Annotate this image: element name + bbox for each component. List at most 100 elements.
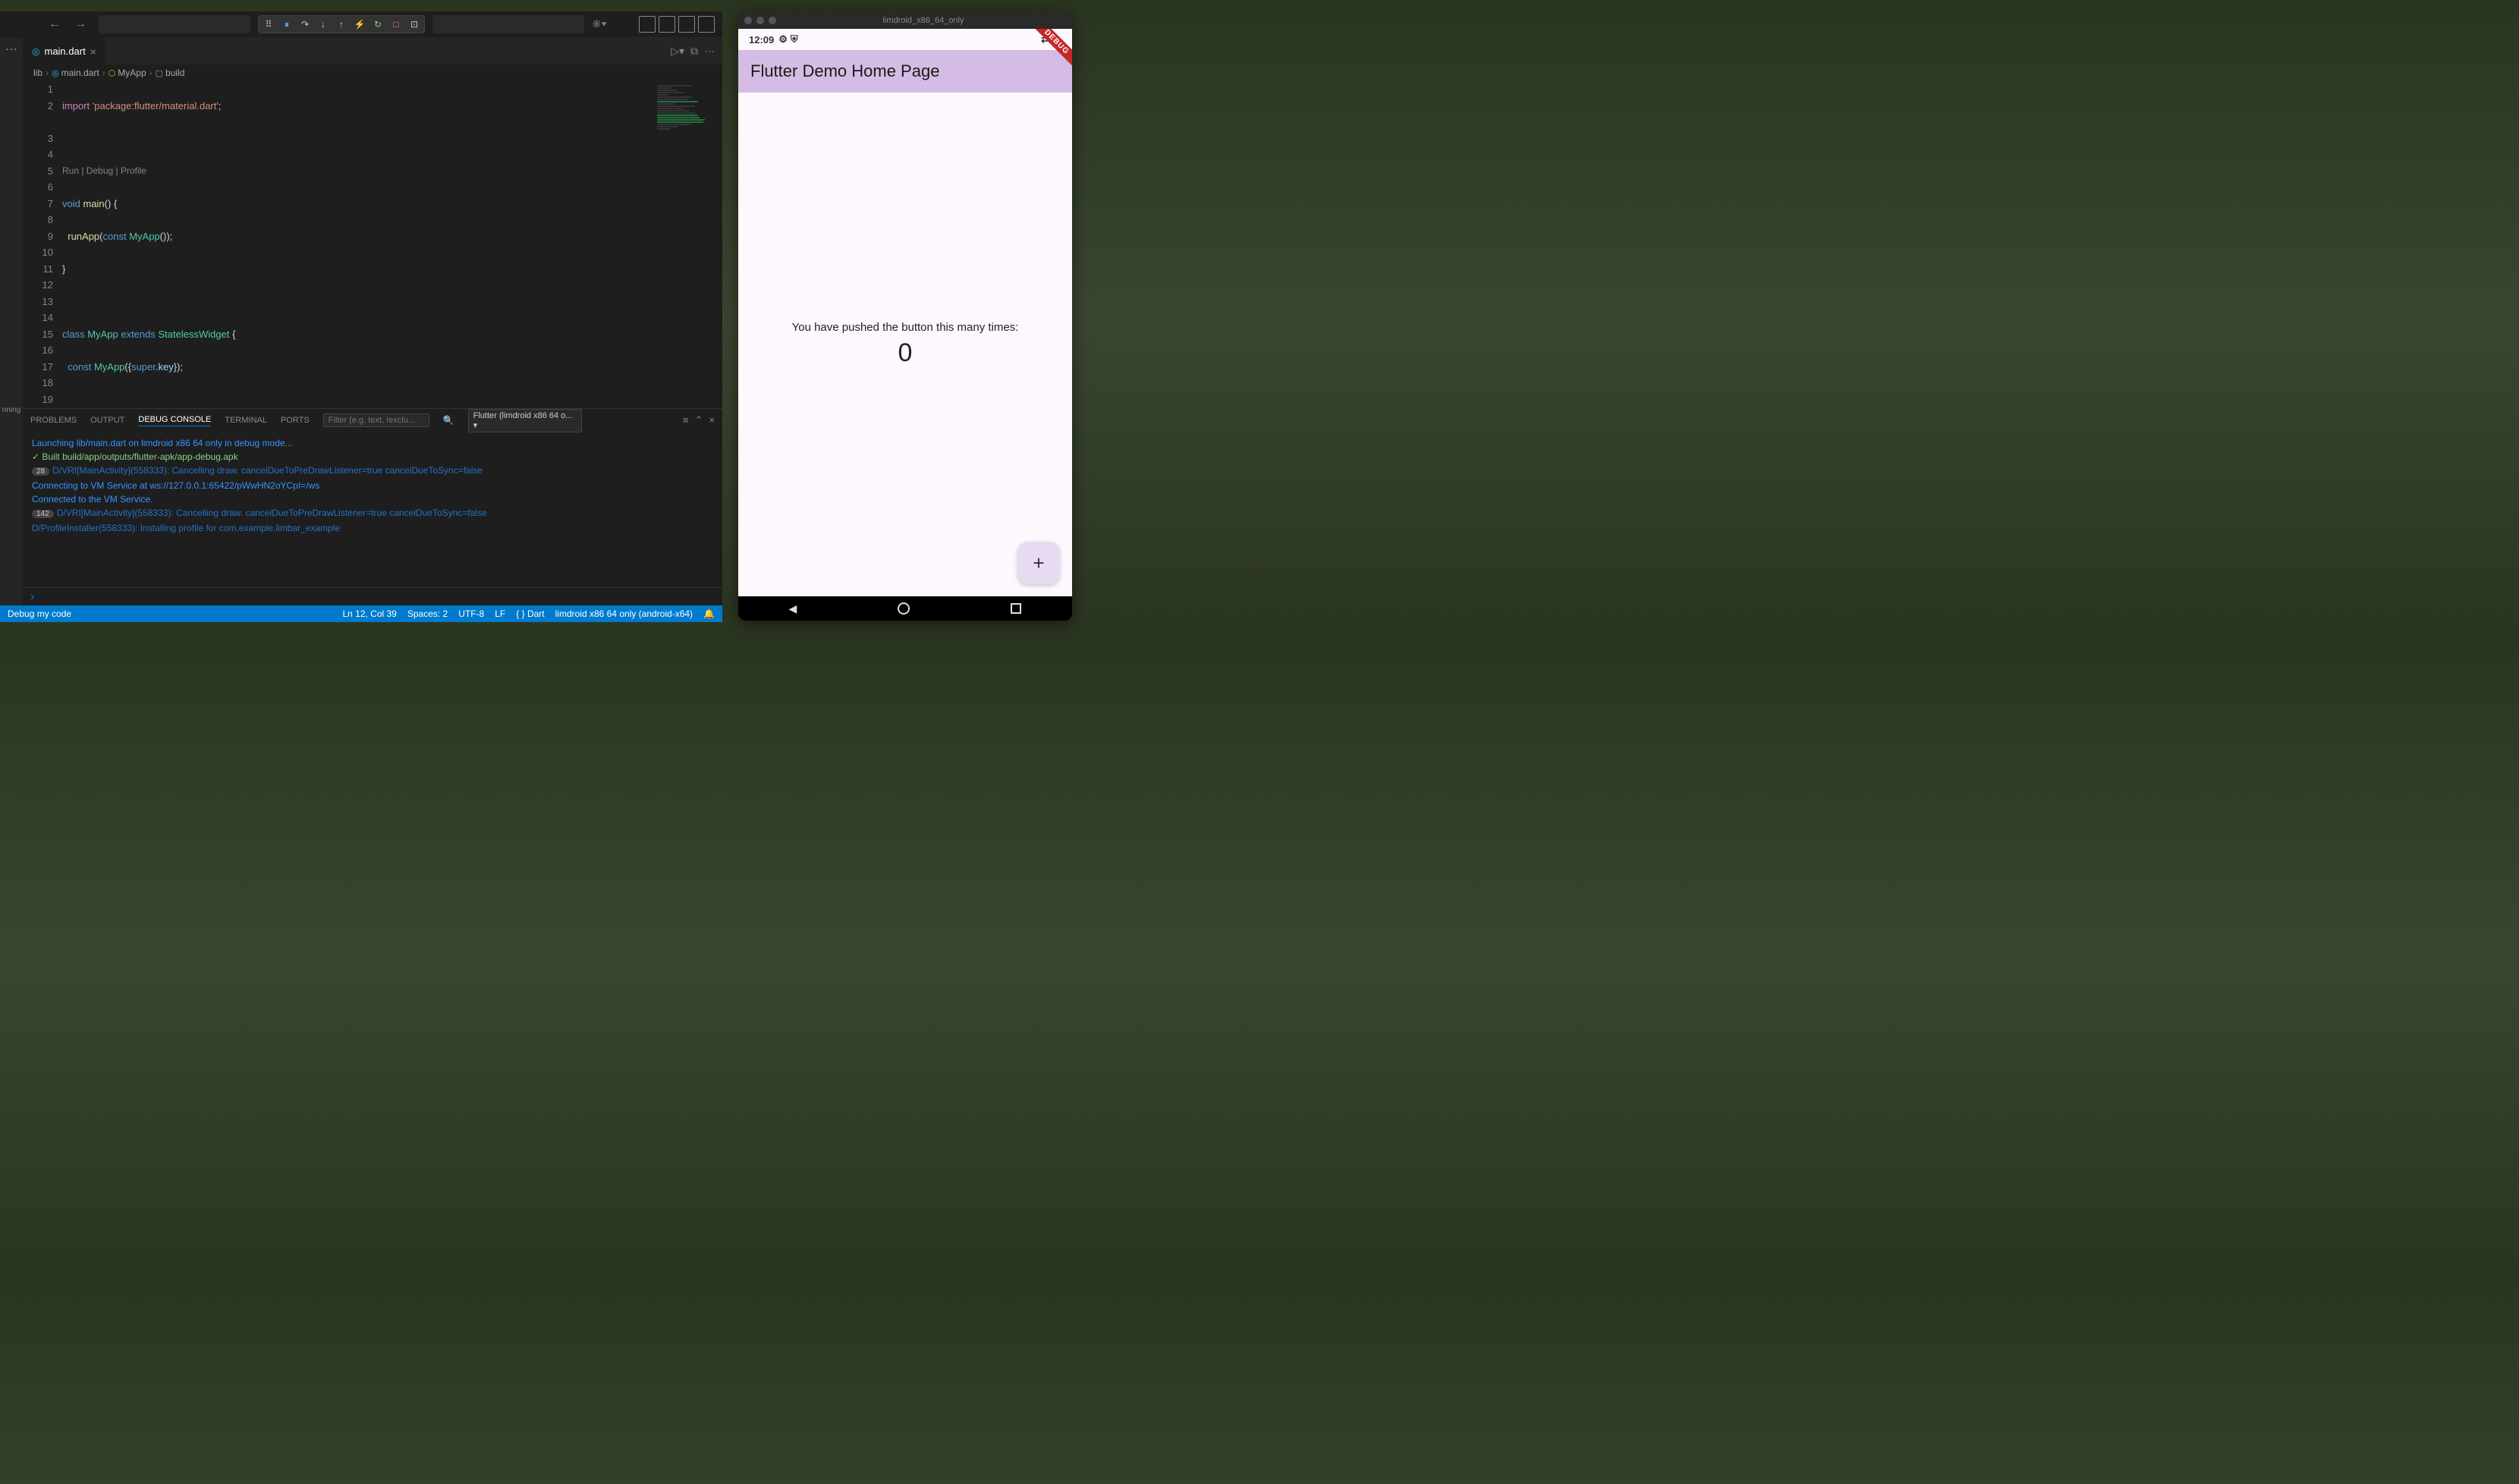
line-gutter: 12 345678910111213141516171819 bbox=[23, 81, 62, 408]
devtools-icon[interactable]: ⊡ bbox=[407, 17, 421, 31]
command-center[interactable] bbox=[99, 15, 250, 33]
status-bar: Debug my code Ln 12, Col 39 Spaces: 2 UT… bbox=[0, 605, 722, 622]
filter-input[interactable] bbox=[323, 413, 429, 427]
codelens[interactable]: Run | Debug | Profile bbox=[62, 163, 722, 180]
vscode-toolbar: ← → ⠿ ⏸ ↷ ↓ ↑ ⚡ ↻ □ ⊡ ⎈▾ bbox=[0, 11, 722, 37]
step-out-icon[interactable]: ↑ bbox=[335, 17, 348, 31]
counter-value: 0 bbox=[898, 338, 913, 368]
status-encoding[interactable]: UTF-8 bbox=[458, 608, 484, 619]
step-into-icon[interactable]: ↓ bbox=[316, 17, 330, 31]
nav-forward-icon[interactable]: → bbox=[70, 16, 91, 33]
class-icon: ⬡ bbox=[108, 68, 116, 78]
traffic-light-close[interactable] bbox=[744, 17, 752, 24]
console-line: ✓ Built build/app/outputs/flutter-apk/ap… bbox=[32, 450, 713, 464]
nav-home-button[interactable] bbox=[898, 602, 910, 615]
emulator-screen[interactable]: 12:09 ⚙ ⛨ ⇄ ◣ DEBUG Flutter Demo Home Pa… bbox=[738, 29, 1072, 596]
nav-recents-button[interactable] bbox=[1011, 603, 1021, 614]
breadcrumb-item[interactable]: ⬡MyApp bbox=[108, 68, 146, 78]
close-icon[interactable]: × bbox=[90, 46, 96, 58]
dart-file-icon: ◎ bbox=[32, 46, 39, 57]
step-over-icon[interactable]: ↷ bbox=[298, 17, 312, 31]
activity-label: nning bbox=[0, 406, 23, 414]
bottom-panel: PROBLEMS OUTPUT DEBUG CONSOLE TERMINAL P… bbox=[23, 408, 722, 605]
console-line: D/ProfileInstaller(558333): Installing p… bbox=[32, 521, 713, 535]
tab-label: main.dart bbox=[44, 46, 85, 57]
status-spaces[interactable]: Spaces: 2 bbox=[407, 608, 448, 619]
console-line: Connecting to VM Service at ws://127.0.0… bbox=[32, 479, 713, 492]
search-field[interactable] bbox=[432, 15, 584, 33]
close-icon[interactable]: × bbox=[709, 414, 715, 426]
chevron-right-icon: › bbox=[102, 68, 105, 78]
app-bar-title: Flutter Demo Home Page bbox=[750, 61, 939, 81]
console-line: 142D/VRI[MainActivity](558333): Cancelli… bbox=[32, 506, 713, 521]
hot-reload-icon[interactable]: ⚡ bbox=[353, 17, 366, 31]
gear-icon: ⚙ bbox=[778, 33, 788, 46]
console-line: Launching lib/main.dart on limdroid x86 … bbox=[32, 436, 713, 450]
method-icon: ▢ bbox=[156, 68, 163, 78]
android-status-bar: 12:09 ⚙ ⛨ ⇄ ◣ bbox=[738, 29, 1072, 50]
emulator-window: limdroid_x86_64_only 12:09 ⚙ ⛨ ⇄ ◣ DEBUG… bbox=[738, 12, 1072, 621]
code-editor[interactable]: 12 345678910111213141516171819 import 'p… bbox=[23, 81, 722, 408]
notifications-icon[interactable]: 🔔 bbox=[703, 608, 715, 619]
panel-tab-output[interactable]: OUTPUT bbox=[90, 416, 124, 425]
breadcrumb-item[interactable]: ▢build bbox=[156, 68, 185, 78]
emulator-titlebar: limdroid_x86_64_only bbox=[738, 12, 1072, 29]
restart-icon[interactable]: ↻ bbox=[371, 17, 385, 31]
debug-toolbar: ⠿ ⏸ ↷ ↓ ↑ ⚡ ↻ □ ⊡ bbox=[258, 15, 425, 33]
repl-input[interactable]: › bbox=[23, 587, 722, 605]
code-content[interactable]: import 'package:flutter/material.dart'; … bbox=[62, 81, 722, 408]
status-device[interactable]: limdroid x86 64 only (android-x64) bbox=[555, 608, 693, 619]
panel-tab-ports[interactable]: PORTS bbox=[281, 416, 310, 425]
layout-left-icon[interactable] bbox=[659, 16, 675, 33]
console-line: Connected to the VM Service. bbox=[32, 492, 713, 506]
editor-tabs: ◎ main.dart × ▷▾ ⧉ ⋯ bbox=[23, 37, 722, 64]
counter-label: You have pushed the button this many tim… bbox=[792, 321, 1019, 334]
clear-icon[interactable]: ≡ bbox=[683, 414, 689, 426]
console-line: 28D/VRI[MainActivity](558333): Cancellin… bbox=[32, 464, 713, 479]
run-icon[interactable]: ▷▾ bbox=[671, 45, 684, 58]
stop-icon[interactable]: □ bbox=[389, 17, 403, 31]
status-eol[interactable]: LF bbox=[495, 608, 505, 619]
nav-back-button[interactable]: ◀ bbox=[789, 602, 797, 615]
app-bar: Flutter Demo Home Page bbox=[738, 50, 1072, 93]
layout-primary-icon[interactable] bbox=[639, 16, 656, 33]
traffic-light-minimize[interactable] bbox=[756, 17, 764, 24]
traffic-light-zoom[interactable] bbox=[769, 17, 776, 24]
chevron-right-icon: › bbox=[46, 68, 49, 78]
tab-main-dart[interactable]: ◎ main.dart × bbox=[23, 37, 105, 64]
vscode-window: ← → ⠿ ⏸ ↷ ↓ ↑ ⚡ ↻ □ ⊡ ⎈▾ ⋯ nning bbox=[0, 11, 722, 622]
dart-file-icon: ◎ bbox=[52, 68, 59, 78]
shield-icon: ⛨ bbox=[791, 33, 798, 46]
breadcrumbs[interactable]: lib › ◎main.dart › ⬡MyApp › ▢build bbox=[23, 64, 722, 81]
drag-handle-icon[interactable]: ⠿ bbox=[262, 17, 275, 31]
layout-bottom-icon[interactable] bbox=[678, 16, 695, 33]
session-select[interactable]: Flutter (limdroid x86 64 o... ▾ bbox=[468, 409, 582, 432]
split-editor-icon[interactable]: ⧉ bbox=[690, 45, 698, 58]
minimap[interactable] bbox=[654, 81, 722, 408]
status-lang[interactable]: { } Dart bbox=[516, 608, 544, 619]
fab-increment[interactable]: + bbox=[1017, 542, 1060, 584]
status-time: 12:09 bbox=[749, 34, 774, 46]
emulator-title: limdroid_x86_64_only bbox=[781, 16, 1066, 25]
layout-right-icon[interactable] bbox=[698, 16, 715, 33]
panel-tabs: PROBLEMS OUTPUT DEBUG CONSOLE TERMINAL P… bbox=[23, 409, 722, 432]
panel-tab-problems[interactable]: PROBLEMS bbox=[30, 416, 77, 425]
pause-icon[interactable]: ⏸ bbox=[280, 17, 294, 31]
panel-tab-terminal[interactable]: TERMINAL bbox=[225, 416, 267, 425]
breadcrumb-item[interactable]: lib bbox=[33, 68, 42, 78]
debug-console[interactable]: Launching lib/main.dart on limdroid x86 … bbox=[23, 432, 722, 587]
breadcrumb-item[interactable]: ◎main.dart bbox=[52, 68, 99, 78]
chevron-right-icon: › bbox=[149, 68, 153, 78]
search-icon[interactable]: 🔍 bbox=[443, 415, 454, 426]
copilot-icon[interactable]: ⎈▾ bbox=[592, 17, 607, 31]
more-icon[interactable]: ⋯ bbox=[5, 42, 17, 57]
more-icon[interactable]: ⋯ bbox=[704, 45, 715, 58]
status-debug[interactable]: Debug my code bbox=[8, 608, 71, 619]
nav-back-icon[interactable]: ← bbox=[44, 16, 65, 33]
app-body: You have pushed the button this many tim… bbox=[738, 93, 1072, 596]
chevron-up-icon[interactable]: ⌃ bbox=[695, 414, 703, 426]
android-nav-bar: ◀ bbox=[738, 596, 1072, 621]
panel-tab-debug-console[interactable]: DEBUG CONSOLE bbox=[138, 415, 211, 426]
plus-icon: + bbox=[1033, 552, 1044, 575]
status-cursor[interactable]: Ln 12, Col 39 bbox=[342, 608, 396, 619]
